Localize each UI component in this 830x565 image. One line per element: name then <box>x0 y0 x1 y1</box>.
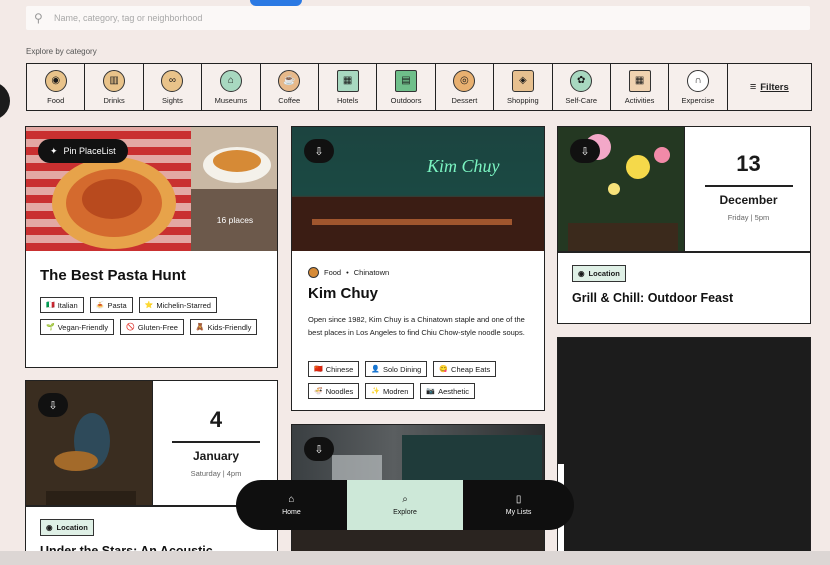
nav-home[interactable]: ⌂ Home <box>236 480 347 530</box>
save-icon: ⇩ <box>580 145 590 158</box>
sliders-icon: ≡ <box>749 81 757 93</box>
category-shopping[interactable]: ◈ Shopping <box>494 64 553 110</box>
save-icon: ⇩ <box>48 399 58 412</box>
category-activities[interactable]: ▦ Activities <box>611 64 670 110</box>
category-drinks[interactable]: ▥ Drinks <box>85 64 144 110</box>
event-month: December <box>719 192 778 207</box>
bottom-nav: ⌂ Home ⌕ Explore ▯ My Lists <box>236 480 574 530</box>
place-meta: Food • Chinatown <box>308 267 389 278</box>
location-pin-icon: ◉ <box>46 523 53 532</box>
pin-placelist-button[interactable]: ✦ Pin PlaceList <box>38 139 128 163</box>
event-title: Grill & Chill: Outdoor Feast <box>572 291 734 305</box>
neon-sign: Kim Chuy <box>426 156 500 176</box>
places-count-image: 16 places <box>191 189 277 251</box>
category-food[interactable]: ◉ Food <box>27 64 86 110</box>
nav-explore[interactable]: ⌕ Explore <box>346 480 464 530</box>
location-chip[interactable]: ◉ Location <box>572 265 626 282</box>
calendar-icon: ▦ <box>628 69 651 92</box>
map-icon: ▤ <box>395 69 418 92</box>
save-icon: ⇩ <box>314 443 324 456</box>
category-museums[interactable]: ⌂ Museums <box>202 64 261 110</box>
event-date-block: 13 December Friday | 5pm <box>684 127 810 251</box>
search-icon: ⚲ <box>34 11 43 25</box>
side-handle[interactable] <box>0 82 10 120</box>
place-title: Kim Chuy <box>308 285 379 302</box>
pasta-bowl-illustration <box>203 147 271 183</box>
kettlebell-icon: ∩ <box>686 69 709 92</box>
pasta-bowl-image <box>191 127 277 189</box>
search-bar[interactable]: ⚲ Name, category, tag or neighborhood <box>26 6 810 30</box>
category-self-care[interactable]: ✿ Self-Care <box>553 64 611 110</box>
event-month: January <box>192 448 240 463</box>
tag-modren[interactable]: ✨ Modren <box>365 383 415 399</box>
filters-button[interactable]: ≡ Filters <box>728 64 811 110</box>
category-coffee[interactable]: ☕ Coffee <box>261 64 319 110</box>
category-bar: ◉ Food ▥ Drinks ∞ Sights ⌂ Museums ☕ Coffee ▦… <box>26 63 812 111</box>
tag-vegan[interactable]: 🌱 Vegan-Friendly <box>40 319 115 335</box>
category-expercise[interactable]: ∩ Expercise <box>669 64 728 110</box>
location-pin-icon: ◉ <box>578 269 585 278</box>
save-place-button[interactable]: ⇩ <box>304 139 334 163</box>
self-care-icon: ✿ <box>570 69 593 92</box>
hotel-icon: ▦ <box>336 69 359 92</box>
placelist-card[interactable]: 16 places ✦ Pin PlaceList The Best Pasta… <box>25 126 278 368</box>
donut-icon: ◎ <box>453 69 476 92</box>
category-outdoors[interactable]: ▤ Outdoors <box>377 64 436 110</box>
pizza-icon: ◉ <box>44 69 67 92</box>
tag-aesthetic[interactable]: 📷 Aesthetic <box>420 383 475 399</box>
tag-solo-dining[interactable]: 👤 Solo Dining <box>365 361 428 377</box>
binoculars-icon: ∞ <box>161 69 184 92</box>
category-dessert[interactable]: ◎ Dessert <box>436 64 495 110</box>
pin-icon: ✦ <box>50 145 58 156</box>
nav-my-lists[interactable]: ▯ My Lists <box>463 480 574 530</box>
category-hotels[interactable]: ▦ Hotels <box>319 64 378 110</box>
place-description: Open since 1982, Kim Chuy is a Chinatown… <box>308 315 525 337</box>
tag-pasta[interactable]: 🍝 Pasta <box>89 297 133 313</box>
tag-kids[interactable]: 🧸 Kids-Friendly <box>189 319 258 335</box>
placelist-tags: 🇮🇹 Italian 🍝 Pasta ⭐ Michelin-Starred 🌱 Vega… <box>40 297 265 335</box>
food-icon <box>308 267 319 278</box>
search-input[interactable]: Name, category, tag or neighborhood <box>54 13 202 23</box>
save-place-button[interactable]: ⇩ <box>304 437 334 461</box>
event-time: Saturday | 4pm <box>190 468 242 478</box>
explore-icon: ⌕ <box>402 494 408 505</box>
date-divider <box>704 185 793 187</box>
category-sights[interactable]: ∞ Sights <box>144 64 203 110</box>
places-count: 16 places <box>191 189 277 251</box>
event-time: Friday | 5pm <box>727 212 770 222</box>
tag-cheap-eats[interactable]: 😋 Cheap Eats <box>433 361 497 377</box>
tag-icon: ◈ <box>511 69 534 92</box>
place-tags: 🇨🇳 Chinese 👤 Solo Dining 😋 Cheap Eats 🍜 Nood… <box>308 361 533 399</box>
tag-gluten-free[interactable]: 🚫 Gluten-Free <box>120 319 184 335</box>
event-card-acoustic[interactable]: ⇩ 4 January Saturday | 4pm ◉Location Und… <box>25 380 278 560</box>
media-card[interactable] <box>557 337 811 553</box>
lists-icon: ▯ <box>515 494 522 505</box>
location-chip[interactable]: ◉ Location <box>40 519 94 536</box>
cup-icon: ▥ <box>103 69 126 92</box>
placelist-title: The Best Pasta Hunt <box>40 267 186 284</box>
tag-michelin[interactable]: ⭐ Michelin-Starred <box>138 297 217 313</box>
explore-label: Explore by category <box>26 47 97 56</box>
date-divider <box>172 441 260 443</box>
home-icon: ⌂ <box>288 494 295 505</box>
place-card-kim-chuy[interactable]: Kim Chuy ⇩ Food • Chinatown Kim Chuy Ope… <box>291 126 545 411</box>
tag-chinese[interactable]: 🇨🇳 Chinese <box>308 361 360 377</box>
tag-italian[interactable]: 🇮🇹 Italian <box>40 297 84 313</box>
save-icon: ⇩ <box>314 145 324 158</box>
bottom-strip <box>0 551 830 565</box>
event-day: 4 <box>209 407 223 432</box>
coffee-icon: ☕ <box>278 69 301 92</box>
event-card-grill[interactable]: ⇩ 13 December Friday | 5pm ◉ Location Gri… <box>557 126 811 324</box>
event-day: 13 <box>736 151 761 176</box>
save-event-button[interactable]: ⇩ <box>38 393 68 417</box>
tag-noodles[interactable]: 🍜 Noodles <box>308 383 360 399</box>
save-event-button[interactable]: ⇩ <box>570 139 600 163</box>
museum-icon: ⌂ <box>219 69 242 92</box>
